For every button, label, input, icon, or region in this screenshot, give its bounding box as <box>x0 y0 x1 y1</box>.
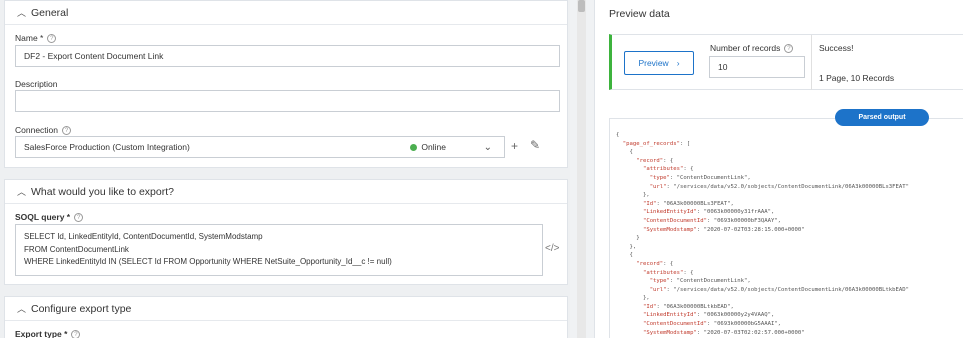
json-line: "SystemModstamp": "2020-07-03T02:02:57.0… <box>642 329 805 336</box>
help-icon[interactable]: ? <box>784 44 794 54</box>
export-type-label: Export type *? <box>15 329 81 338</box>
json-line: }, <box>616 192 650 199</box>
json-line: }, <box>616 295 650 302</box>
description-label-text: Description <box>15 79 58 89</box>
json-line: "record": { <box>636 260 674 267</box>
soql-line: SELECT Id, LinkedEntityId, ContentDocume… <box>24 232 263 241</box>
records-label: Number of records? <box>710 43 794 54</box>
json-line: "ContentDocumentId": "0693k00000bF3QAAY"… <box>642 217 782 224</box>
connection-label-text: Connection <box>15 125 59 135</box>
preview-button[interactable]: Preview › <box>624 51 694 75</box>
name-label: Name *? <box>15 33 57 44</box>
json-line: } <box>616 235 640 242</box>
configure-section-header[interactable]: ︿ Configure export type <box>5 297 567 321</box>
divider <box>811 35 812 90</box>
left-panel-scrollbar[interactable] <box>577 0 586 338</box>
soql-label: SOQL query *? <box>15 212 84 223</box>
json-line: "type": "ContentDocumentLink", <box>649 174 751 181</box>
soql-line: WHERE LinkedEntityId IN (SELECT Id FROM … <box>24 257 392 266</box>
export-settings-panel: ︿ General Name *? DF2 - Export Content D… <box>0 0 570 338</box>
preview-pages-summary: 1 Page, 10 Records <box>819 73 895 83</box>
soql-label-text: SOQL query * <box>15 212 71 222</box>
chevron-right-icon: › <box>676 58 680 68</box>
export-query-section: ︿ What would you like to export? SOQL qu… <box>4 179 568 285</box>
records-input[interactable]: 10 <box>709 56 805 78</box>
help-icon[interactable]: ? <box>74 213 84 223</box>
general-section: ︿ General Name *? DF2 - Export Content D… <box>4 0 568 168</box>
add-connection-icon[interactable]: + <box>511 139 518 153</box>
json-line: { <box>616 132 620 138</box>
soql-query-textarea[interactable]: SELECT Id, LinkedEntityId, ContentDocume… <box>15 224 543 276</box>
connection-status: Online <box>410 142 446 152</box>
chevron-up-icon: ︿ <box>17 304 27 314</box>
preview-panel: Preview data Preview › Number of records… <box>594 0 963 338</box>
json-line: "url": "/services/data/v52.0/sobjects/Co… <box>649 183 910 190</box>
preview-status: Success! <box>819 43 854 53</box>
chevron-down-icon: ⌄ <box>483 141 492 153</box>
json-line: "type": "ContentDocumentLink", <box>649 278 751 285</box>
json-line: "LinkedEntityId": "0063k00000y31frAAA", <box>642 209 775 216</box>
json-line: "page_of_records": [ <box>622 140 691 147</box>
chevron-up-icon: ︿ <box>17 8 27 18</box>
general-section-header[interactable]: ︿ General <box>5 1 567 25</box>
soql-line: FROM ContentDocumentLink <box>24 244 129 254</box>
connection-status-text: Online <box>421 142 446 152</box>
json-line: "record": { <box>636 157 674 164</box>
help-icon[interactable]: ? <box>62 126 72 136</box>
json-line: { <box>616 252 633 259</box>
preview-controls: Preview › Number of records? 10 Success!… <box>609 34 963 90</box>
connection-value: SalesForce Production (Custom Integratio… <box>24 142 190 152</box>
configure-export-section: ︿ Configure export type Export type *? <box>4 296 568 338</box>
description-label: Description <box>15 79 58 89</box>
edit-pencil-icon[interactable]: ✎ <box>530 138 540 152</box>
code-editor-icon[interactable]: </> <box>545 243 559 254</box>
general-section-title: General <box>31 6 69 19</box>
online-dot-icon <box>410 143 418 151</box>
json-line: "url": "/services/data/v52.0/sobjects/Co… <box>649 286 910 293</box>
description-input[interactable] <box>15 90 560 112</box>
json-line: { <box>616 149 633 156</box>
parsed-output-tab[interactable]: Parsed output <box>835 109 929 126</box>
preview-button-label: Preview <box>638 58 669 68</box>
preview-title: Preview data <box>609 8 670 20</box>
json-line: "LinkedEntityId": "0063k00000y2y4VAAQ", <box>642 312 775 319</box>
export-section-title: What would you like to export? <box>31 185 174 198</box>
json-output: { "page_of_records": [ { "record": { "at… <box>616 131 909 338</box>
json-line: "ContentDocumentId": "0693k00000bG5AAAI"… <box>642 321 782 328</box>
export-section-header[interactable]: ︿ What would you like to export? <box>5 180 567 204</box>
help-icon[interactable]: ? <box>71 330 81 338</box>
chevron-up-icon: ︿ <box>17 187 27 197</box>
json-line: "SystemModstamp": "2020-07-02T03:28:15.0… <box>642 226 805 233</box>
configure-section-title: Configure export type <box>31 302 132 315</box>
records-label-text: Number of records <box>710 43 781 53</box>
export-type-label-text: Export type * <box>15 329 68 338</box>
json-line: "attributes": { <box>642 166 694 173</box>
scrollbar-thumb[interactable] <box>578 0 585 12</box>
json-line: "Id": "06A3k00000BLs3FEAT", <box>642 200 734 207</box>
parsed-output-viewer[interactable]: { "page_of_records": [ { "record": { "at… <box>609 118 963 338</box>
help-icon[interactable]: ? <box>47 34 57 44</box>
connection-label: Connection? <box>15 125 72 136</box>
name-label-text: Name * <box>15 33 44 43</box>
json-line: "Id": "06A3k00000BLtkbEAD", <box>642 303 734 310</box>
json-line: "attributes": { <box>642 269 694 276</box>
json-line: }, <box>616 243 637 250</box>
connection-select[interactable]: SalesForce Production (Custom Integratio… <box>15 136 505 158</box>
name-input[interactable]: DF2 - Export Content Document Link <box>15 45 560 67</box>
